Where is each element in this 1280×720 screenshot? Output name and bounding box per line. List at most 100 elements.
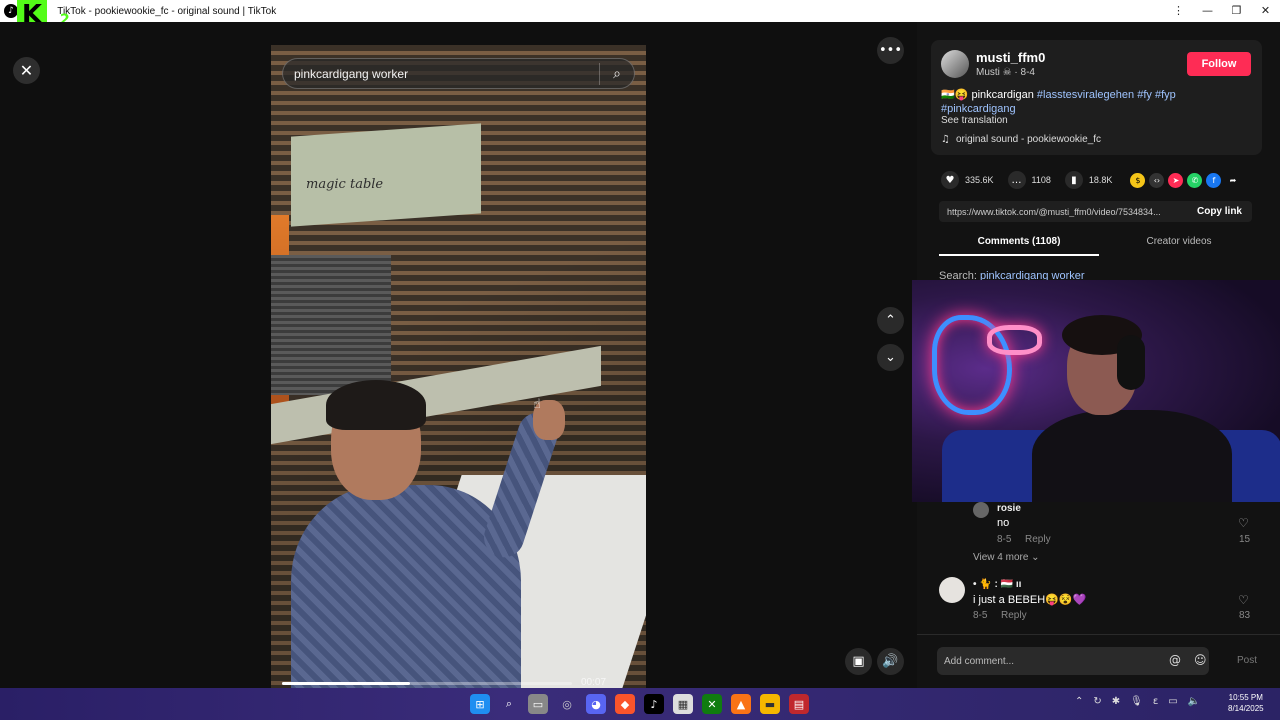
previous-video-button[interactable]: ⌃ xyxy=(877,307,904,334)
comment-author[interactable]: • 🐈 : 🇭🇺 ıı xyxy=(973,579,1021,590)
avatar[interactable] xyxy=(939,577,965,603)
search-icon[interactable]: ⌕ xyxy=(499,694,519,714)
comments-count: 1108 xyxy=(1031,175,1051,185)
webcam-headset xyxy=(1117,335,1145,390)
reply-button[interactable]: Reply xyxy=(1025,534,1051,545)
search-query[interactable]: pinkcardigang worker xyxy=(283,67,599,81)
display-icon[interactable]: ▭ xyxy=(1168,696,1177,707)
sound-link[interactable]: ♫ original sound - pookiewookie_fc xyxy=(941,134,1101,145)
task-view-icon[interactable]: ▭ xyxy=(528,694,548,714)
taskbar-apps: ⊞ ⌕ ▭ ◎ ◕ ◆ ♪ ▦ ✕ ▲ ▬ ▤ xyxy=(470,694,809,714)
window-controls: ⋮ — ❐ ✕ xyxy=(1164,0,1280,22)
comment-like-icon[interactable]: ♡ xyxy=(1238,516,1249,530)
hashtag-link[interactable]: #fyp xyxy=(1155,89,1176,101)
hashtag-link[interactable]: #lasstesviralegehen xyxy=(1037,89,1134,101)
more-options-button[interactable]: ••• xyxy=(877,37,904,64)
close-window-icon[interactable]: ✕ xyxy=(1251,0,1280,22)
volume-button[interactable]: 🔊 xyxy=(877,648,904,675)
copy-link-row: https://www.tiktok.com/@musti_ffm0/video… xyxy=(939,201,1252,222)
caption: 🇮🇳😝 pinkcardigan #lasstesviralegehen #fy… xyxy=(941,88,1251,116)
floating-player-button[interactable]: ▣ xyxy=(845,648,872,675)
store-icon[interactable]: ▦ xyxy=(673,694,693,714)
chrome-icon[interactable]: ◎ xyxy=(557,694,577,714)
microphone-icon[interactable]: 🎙 xyxy=(1130,696,1143,707)
hashtag-link[interactable]: #fy xyxy=(1137,89,1152,101)
video-url[interactable]: https://www.tiktok.com/@musti_ffm0/video… xyxy=(939,207,1197,217)
username[interactable]: musti_ffm0 xyxy=(976,50,1045,65)
comment-author[interactable]: rosie xyxy=(997,503,1021,514)
comment-like-icon[interactable]: ♡ xyxy=(1238,593,1249,607)
comment-date: 8-5 xyxy=(973,610,988,621)
search-icon[interactable]: ⌕ xyxy=(600,66,634,82)
mention-icon[interactable]: @ xyxy=(1169,653,1181,667)
minimize-icon[interactable]: — xyxy=(1193,0,1222,22)
follow-button[interactable]: Follow xyxy=(1187,52,1251,76)
post-button[interactable]: Post xyxy=(1237,655,1257,666)
app-icon[interactable]: ▲ xyxy=(731,694,751,714)
comment-like-count: 15 xyxy=(1239,534,1251,545)
video-wall xyxy=(291,123,481,227)
app-tile-icon[interactable]: ▤ xyxy=(789,694,809,714)
coin-icon[interactable]: $ xyxy=(1130,172,1146,188)
see-translation-link[interactable]: See translation xyxy=(941,115,1008,126)
window-title: TikTok - pookiewookie_fc - original soun… xyxy=(57,5,277,17)
video-player[interactable]: magic table pinkcardigang worker ⌕ 00:07… xyxy=(271,45,646,711)
comment-text: i just a BEBEH😝😵💜 xyxy=(973,594,1087,606)
caption-prefix: 🇮🇳😝 xyxy=(941,89,969,101)
xbox-icon[interactable]: ✕ xyxy=(702,694,722,714)
comment-icon[interactable]: … xyxy=(1007,171,1026,189)
discord-icon[interactable]: ◕ xyxy=(586,694,606,714)
engagement-stats: ♥ 335.6K … 1108 ▮ 18.8K $ ‹› ➤ ✆ f ➦ xyxy=(941,170,1261,190)
facebook-icon[interactable]: f xyxy=(1206,172,1222,188)
next-video-button[interactable]: ⌄ xyxy=(877,344,904,371)
video-shutter xyxy=(271,255,391,395)
browser-titlebar: ♪ ↻ TikTok - pookiewookie_fc - original … xyxy=(0,0,1280,22)
video-person-hair xyxy=(326,380,426,430)
tab-comments[interactable]: Comments (1108) xyxy=(939,232,1099,256)
tab-creator-videos[interactable]: Creator videos xyxy=(1099,232,1259,256)
view-more-replies[interactable]: View 4 more ⌄ xyxy=(973,552,1040,563)
tray-settings-icon[interactable]: ✱ xyxy=(1112,696,1120,707)
share-icons: $ ‹› ➤ ✆ f ➦ xyxy=(1130,172,1240,188)
hashtag-link[interactable]: #pinkcardigang xyxy=(941,103,1016,115)
reply-button[interactable]: Reply xyxy=(1001,610,1027,621)
clock-time: 10:55 PM xyxy=(1228,693,1263,702)
video-progress-bar[interactable] xyxy=(282,682,572,685)
likes-count: 335.6K xyxy=(965,175,994,185)
panel-tabs: Comments (1108) Creator videos xyxy=(939,232,1259,256)
comment-date: 8-5 xyxy=(997,534,1012,545)
saves-count: 18.8K xyxy=(1088,175,1113,185)
speaker-icon[interactable]: 🔈 xyxy=(1188,696,1200,707)
video-wall-text: magic table xyxy=(306,177,384,192)
emoji-icon[interactable]: ☺ xyxy=(1194,653,1207,667)
taskbar-clock[interactable]: 10:55 PM 8/14/2025 xyxy=(1228,692,1264,714)
brave-icon[interactable]: ◆ xyxy=(615,694,635,714)
tray-chevron-icon[interactable]: ⌃ xyxy=(1075,696,1083,707)
tiktok-app-icon[interactable]: ♪ xyxy=(644,694,664,714)
file-explorer-icon[interactable]: ▬ xyxy=(760,694,780,714)
embed-icon[interactable]: ‹› xyxy=(1149,172,1165,188)
system-tray: ⌃ ↻ ✱ 🎙 ε ▭ 🔈 xyxy=(1075,696,1200,707)
clock-date: 8/14/2025 xyxy=(1228,704,1264,713)
language-icon[interactable]: ε xyxy=(1153,696,1158,707)
bookmark-icon[interactable]: ▮ xyxy=(1064,171,1083,189)
share-arrow-icon[interactable]: ➦ xyxy=(1225,173,1240,188)
send-icon[interactable]: ➤ xyxy=(1168,172,1184,188)
video-search-box[interactable]: pinkcardigang worker ⌕ xyxy=(282,58,635,89)
comment-text: no xyxy=(997,517,1010,529)
comments-list: rosie no 8-5 Reply ♡ 15 View 4 more ⌄ • … xyxy=(917,502,1280,634)
copy-link-button[interactable]: Copy link xyxy=(1197,206,1252,217)
whatsapp-icon[interactable]: ✆ xyxy=(1187,172,1203,188)
music-note-icon: ♫ xyxy=(941,134,950,145)
caption-text: pinkcardigan xyxy=(971,89,1034,101)
restore-icon[interactable]: ❐ xyxy=(1222,0,1251,22)
video-progress-fill xyxy=(282,682,410,685)
video-stage: ✕ magic table pinkcardigang worker ⌕ 00:… xyxy=(0,22,917,711)
tray-app-icon[interactable]: ↻ xyxy=(1093,696,1101,707)
heart-icon[interactable]: ♥ xyxy=(941,171,959,189)
more-menu-icon[interactable]: ⋮ xyxy=(1164,0,1193,22)
close-video-button[interactable]: ✕ xyxy=(13,57,40,84)
start-icon[interactable]: ⊞ xyxy=(470,694,490,714)
avatar[interactable] xyxy=(941,50,969,78)
avatar[interactable] xyxy=(973,502,989,518)
